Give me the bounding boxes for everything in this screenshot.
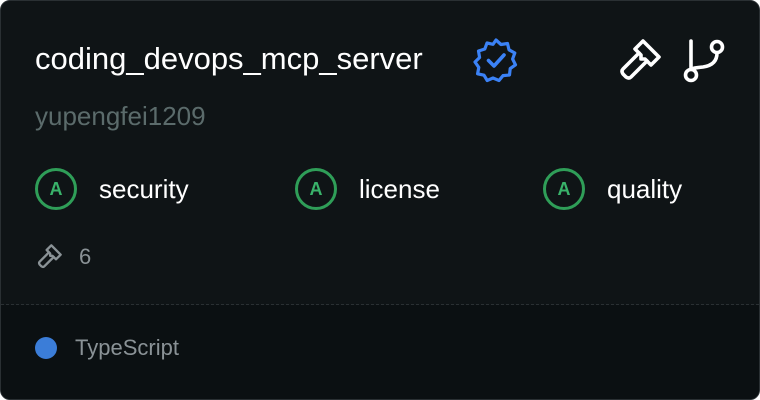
grade-badge: A [295, 168, 337, 210]
quality-score[interactable]: A quality [543, 165, 682, 213]
score-label: security [99, 173, 189, 204]
git-fork-icon[interactable] [681, 37, 727, 85]
language-color-dot [35, 337, 57, 359]
grade-badge: A [543, 168, 585, 210]
hammer-icon [37, 244, 62, 269]
language-indicator: TypeScript [35, 335, 179, 361]
owner-name[interactable]: yupengfei1209 [35, 97, 206, 135]
language-name: TypeScript [75, 335, 179, 360]
hammer-icon[interactable] [615, 37, 663, 85]
score-label: quality [607, 173, 683, 204]
grade-badge: A [35, 168, 77, 210]
server-name[interactable]: coding_devops_mcp_server [35, 37, 423, 81]
license-score[interactable]: A license [295, 165, 440, 213]
security-score[interactable]: A security [35, 165, 189, 213]
tools-count: 6 [35, 243, 91, 271]
tools-count-value: 6 [79, 244, 92, 269]
score-label: license [359, 173, 440, 204]
server-card[interactable]: coding_devops_mcp_server yupengfei1209 A… [0, 0, 760, 400]
verified-badge-icon [473, 38, 518, 83]
